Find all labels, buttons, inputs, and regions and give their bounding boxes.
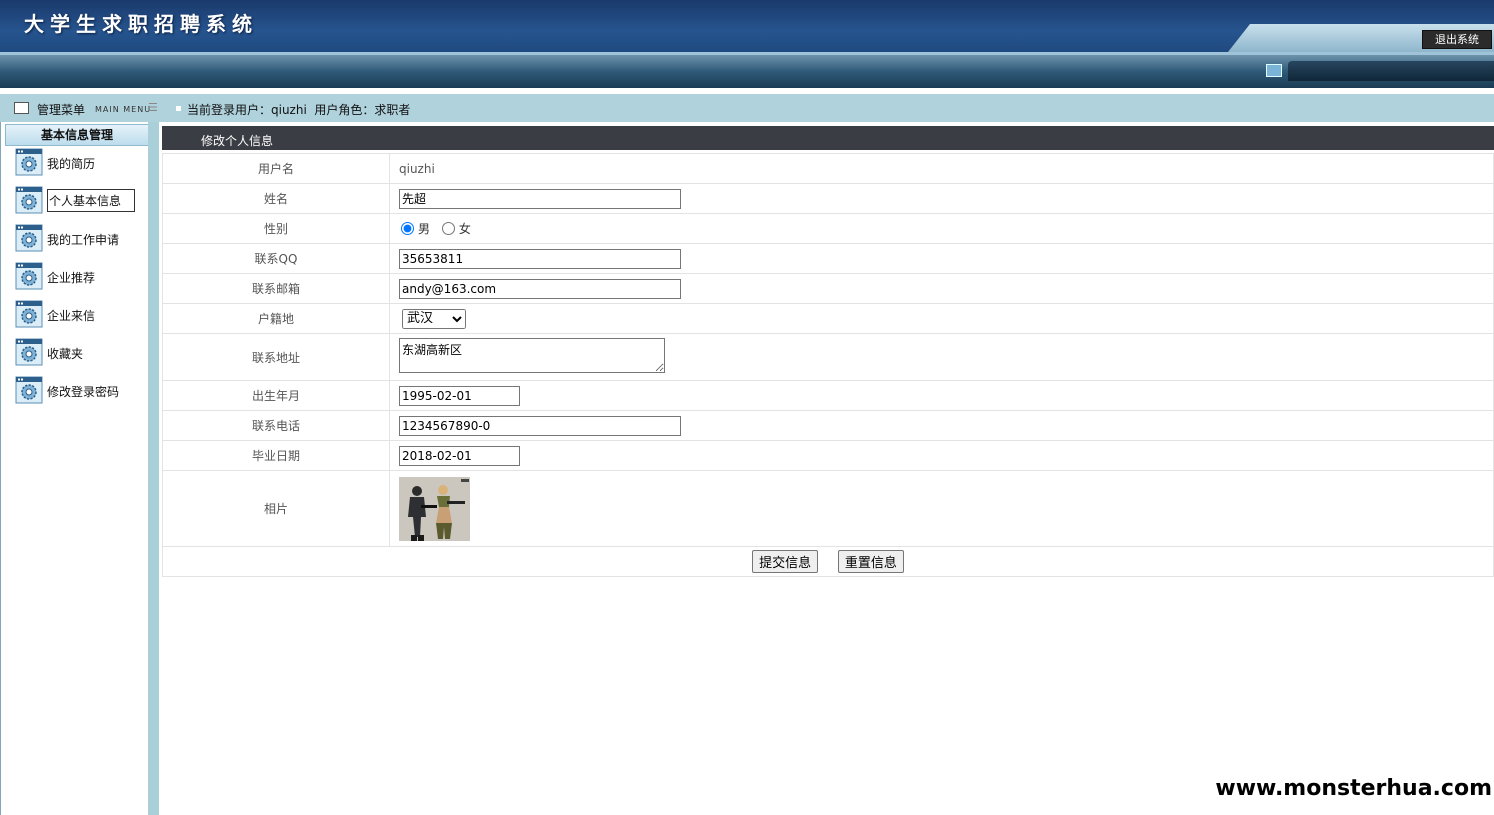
gender-options: 男 女 [389,213,1494,244]
graduation-label: 毕业日期 [162,440,390,471]
email-input[interactable] [399,278,681,299]
submit-button[interactable]: 提交信息 [752,550,819,573]
gear-icon [15,300,43,328]
address-textarea[interactable]: 东湖高新区 [399,338,665,373]
gear-icon [15,148,43,176]
photo-label: 相片 [162,470,390,547]
top-header: 大学生求职招聘系统 退出系统 [0,0,1494,52]
hometown-label: 户籍地 [162,303,390,334]
name-label: 姓名 [162,183,390,214]
qq-label: 联系QQ [162,243,390,274]
gender-female-radio[interactable] [441,222,455,235]
sidebar-divider [148,122,159,815]
sidebar: 基本信息管理 我的简历个人基本信息我的工作申请 企业推荐企业来信收藏夹修改登录密码 [0,122,149,815]
logout-button[interactable]: 退出系统 [1422,30,1492,49]
sidebar-item-3[interactable]: 我的工作申请 [15,224,145,254]
reset-button[interactable]: 重置信息 [837,550,904,573]
login-status: 当前登录用户：qiuzhi 用户角色：求职者 [187,103,411,117]
phone-label: 联系电话 [162,410,390,441]
sidebar-item-6[interactable]: 收藏夹 [15,338,145,368]
menu-title: 管理菜单 [37,103,86,117]
sidebar-item-1[interactable]: 我的简历 [15,148,145,178]
username-label: 用户名 [162,153,390,184]
menu-title-en: MAIN MENU [95,105,152,114]
monitor-icon [1266,64,1282,77]
sidebar-item-label: 我的工作申请 [47,233,120,247]
phone-input[interactable] [399,415,681,436]
email-label: 联系邮箱 [162,273,390,304]
menu-bar: 管理菜单 MAIN MENU ☰ 当前登录用户：qiuzhi 用户角色：求职者 [0,94,1494,122]
sidebar-item-label: 我的简历 [47,157,96,171]
gender-label: 性别 [162,213,390,244]
sidebar-item-label: 收藏夹 [47,347,84,361]
sidebar-group-title[interactable]: 基本信息管理 [5,124,149,146]
username-value: qiuzhi [399,161,435,176]
profile-form: 用户名 qiuzhi 姓名 性别 男 女 联系QQ 联系邮箱 户籍地 武汉 联系… [162,153,1494,577]
gear-icon [15,338,43,366]
gear-icon [15,224,43,252]
page-title: 修改个人信息 [201,134,274,148]
profile-photo[interactable] [399,476,470,541]
sidebar-item-5[interactable]: 企业来信 [15,300,145,330]
gender-male-radio[interactable] [401,222,414,235]
gear-icon [15,376,43,404]
photo-cell [389,470,1494,547]
gender-female-label: 女 [458,222,471,236]
form-actions: 提交信息 重置信息 [162,546,1494,577]
menu-toggle-icon[interactable]: ☰ [148,101,158,114]
gender-male-label: 男 [418,222,431,236]
qq-input[interactable] [399,248,681,269]
graduation-date-input[interactable] [399,445,520,466]
sidebar-item-label: 个人基本信息 [47,189,136,212]
watermark: www.monsterhua.com [1215,776,1492,801]
sidebar-item-label: 企业推荐 [47,271,96,285]
sidebar-item-7[interactable]: 修改登录密码 [15,376,145,406]
sidebar-item-4[interactable]: 企业推荐 [15,262,145,292]
sidebar-item-2[interactable]: 个人基本信息 [15,186,145,216]
hometown-select[interactable]: 武汉 [402,308,466,329]
birth-date-input[interactable] [399,385,520,406]
toolbar-panel [1288,61,1494,81]
sidebar-item-label: 企业来信 [47,309,96,323]
toolbar-strip [0,55,1494,88]
menu-icon [14,102,29,114]
content-title-bar: 修改个人信息 [162,126,1494,150]
gear-icon [15,262,43,290]
name-input[interactable] [399,188,681,209]
bullet-icon [176,106,181,111]
gear-icon [15,186,43,214]
system-title: 大学生求职招聘系统 [24,12,258,36]
sidebar-item-label: 修改登录密码 [47,385,120,399]
address-label: 联系地址 [162,333,390,381]
birth-label: 出生年月 [162,380,390,411]
username-value-cell: qiuzhi [389,153,1494,184]
